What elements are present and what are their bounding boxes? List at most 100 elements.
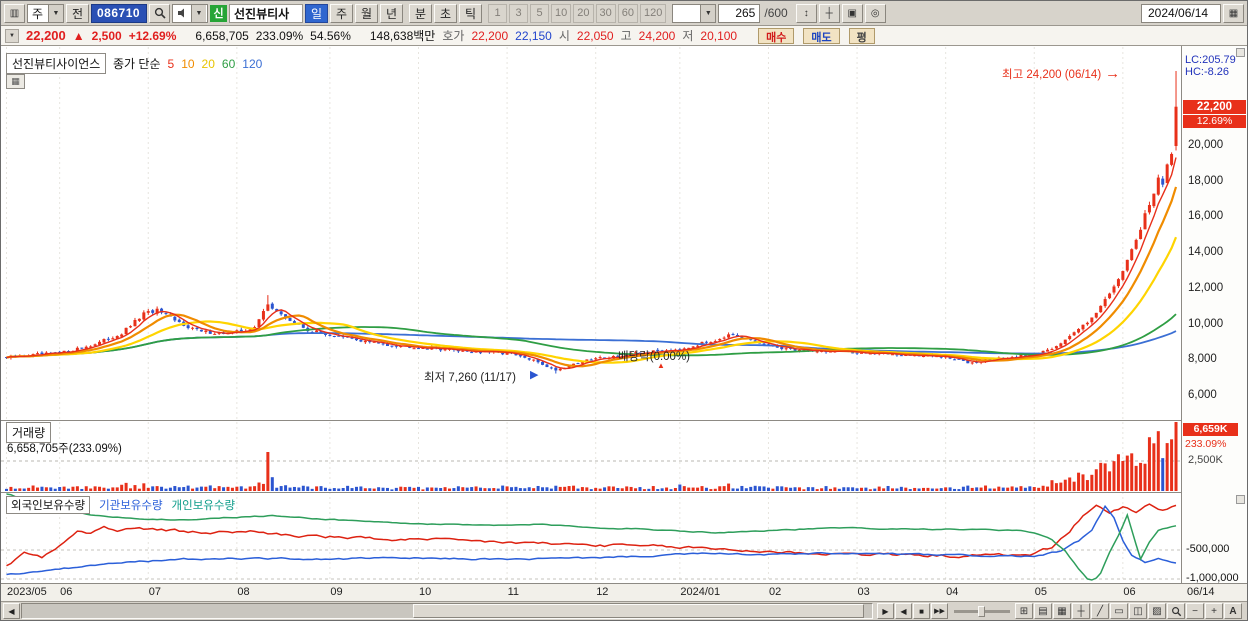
minute-60-button[interactable]: 60 (617, 3, 638, 23)
high-compare-label: HC:-8.26 (1185, 66, 1230, 78)
individual-legend[interactable]: 개인보유수량 (172, 497, 235, 513)
current-price: 22,200 (26, 28, 66, 43)
buy-button[interactable]: 매수 (758, 27, 795, 44)
speaker-icon (178, 8, 184, 18)
indicator-icon[interactable]: ▦ (1053, 603, 1071, 619)
chevron-down-icon: ▼ (700, 4, 716, 22)
minute-120-button[interactable]: 120 (640, 3, 667, 23)
scroll-right-button[interactable]: ▶ (877, 603, 894, 619)
volume-current-box: 6,659K (1183, 423, 1238, 436)
chart-menu-icon[interactable]: ▥ (4, 3, 25, 23)
ma10-legend: 10 (181, 56, 195, 71)
zoom-in-button[interactable]: + (1205, 603, 1223, 619)
price-axis-label: 20,000 (1188, 139, 1224, 151)
magnifier-icon[interactable] (1167, 603, 1185, 619)
trendline-icon[interactable]: ╱ (1091, 603, 1109, 619)
minute-3-button[interactable]: 3 (509, 3, 528, 23)
margin-icon[interactable]: ⊞ (1015, 603, 1033, 619)
font-size-button[interactable]: A (1224, 603, 1242, 619)
low-label: 저 (682, 29, 694, 43)
date-axis-label: 2024/01 (680, 586, 721, 598)
minute-10-button[interactable]: 10 (551, 3, 572, 23)
minute-20-button[interactable]: 20 (573, 3, 594, 23)
institution-legend[interactable]: 기관보유수량 (99, 497, 162, 513)
save-image-icon[interactable]: ▤ (1034, 603, 1052, 619)
period-second-button[interactable]: 초 (434, 3, 457, 23)
bid-price: 22,150 (515, 28, 552, 43)
period-minute-button[interactable]: 분 (409, 3, 432, 23)
stop-button[interactable]: ■ (913, 603, 930, 619)
bar-count-input[interactable]: 265 (718, 3, 761, 23)
period-day-button[interactable]: 일 (305, 3, 328, 23)
collapse-icon[interactable] (1236, 48, 1245, 57)
date-axis-label: 07 (148, 586, 161, 598)
compare-chart-icon[interactable]: ↕ (795, 3, 817, 23)
interval-combo[interactable]: ▼ (672, 3, 717, 23)
prev-stock-button[interactable]: 전 (66, 3, 89, 23)
volume-subtitle: 6,658,705주(233.09%) (7, 443, 122, 455)
dividend-annotation: 배당락(0.00%) (618, 351, 691, 363)
legend-prefix: 종가 단순 (113, 57, 161, 71)
bar-width-slider[interactable] (954, 606, 1010, 617)
credit-badge: 신 (210, 4, 227, 22)
low-annotation: 최저 7,260 (11/17) (424, 372, 516, 384)
date-axis-label: 03 (857, 586, 870, 598)
pattern-icon[interactable]: ▨ (1148, 603, 1166, 619)
slider-thumb[interactable] (978, 606, 985, 617)
search-icon[interactable] (149, 3, 170, 23)
price-axis-label: 6,000 (1188, 389, 1217, 401)
stock-type-combo[interactable]: 주 ▼ (27, 3, 64, 23)
settings-gear-icon[interactable]: ◎ (864, 3, 886, 23)
collapse-icon[interactable] (1236, 495, 1245, 504)
crosshair-icon[interactable]: ┼ (1072, 603, 1090, 619)
date-axis-label: 02 (768, 586, 782, 598)
ma60-legend: 60 (221, 56, 236, 71)
trade-value: 148,638백만 (369, 29, 436, 43)
price-axis-label: 14,000 (1188, 246, 1224, 259)
save-chart-icon[interactable]: ▣ (841, 3, 863, 23)
period-tick-button[interactable]: 틱 (459, 3, 482, 23)
split-screen-icon[interactable]: ◫ (1129, 603, 1147, 619)
current-price-box: 22,200 (1183, 100, 1246, 114)
scrollbar-thumb[interactable] (413, 604, 864, 618)
chart-scrollbar[interactable] (21, 603, 873, 619)
low-price: 20,100 (700, 28, 738, 43)
stock-code-input[interactable]: 086710 (91, 3, 147, 23)
alert-sound-combo[interactable]: ▼ (172, 3, 208, 23)
minute-5-button[interactable]: 5 (530, 3, 549, 23)
period-year-button[interactable]: 년 (380, 3, 403, 23)
chart-area[interactable]: 선진뷰티사이언스 ▦ 종가 단순 5 10 20 60 120 최고 24,20… (1, 46, 1247, 601)
stock-chart-window: ▥ 주 ▼ 전 086710 ▼ 신 선진뷰티사 일 주 월 년 분 초 틱 1… (0, 0, 1248, 621)
scroll-left-button[interactable]: ◀ (3, 603, 20, 619)
quote-menu-icon[interactable]: ▼ (5, 28, 19, 43)
date-axis-end: 06/14 (1187, 586, 1215, 598)
draw-tool-icon[interactable]: ┼ (818, 3, 840, 23)
stock-name: 선진뷰티사 (229, 3, 303, 23)
zoom-out-button[interactable]: − (1186, 603, 1204, 619)
minute-30-button[interactable]: 30 (595, 3, 616, 23)
fast-forward-button[interactable]: ▶▶ (931, 603, 948, 619)
chart-tool-icon[interactable]: ▦ (6, 74, 25, 89)
low-compare-label: LC:205.79 (1185, 54, 1236, 66)
date-axis-label: 05 (1034, 586, 1047, 598)
open-price: 22,050 (576, 28, 614, 43)
price-axis-label: 12,000 (1188, 281, 1224, 294)
sell-button[interactable]: 매도 (803, 27, 840, 44)
period-month-button[interactable]: 월 (355, 3, 378, 23)
top-toolbar: ▥ 주 ▼ 전 086710 ▼ 신 선진뷰티사 일 주 월 년 분 초 틱 1… (1, 1, 1247, 26)
chevron-down-icon: ▼ (48, 4, 63, 22)
period-week-button[interactable]: 주 (330, 3, 353, 23)
date-input[interactable]: 2024/06/14 (1141, 3, 1221, 23)
foreigner-legend[interactable]: 외국인보유수량 (6, 496, 91, 514)
bar-total-label: /600 (764, 6, 788, 20)
turnover-ratio: 54.56% (310, 28, 351, 43)
minute-1-button[interactable]: 1 (488, 3, 507, 23)
avg-button[interactable]: 평 (848, 27, 875, 44)
zoom-area-icon[interactable]: ▭ (1110, 603, 1128, 619)
bottom-toolbar: ◀ ▶ ◀ ■ ▶▶ ⊞ ▤ ▦ ┼ ╱ ▭ ◫ ▨ − + A (1, 601, 1247, 620)
price-axis: LC:205.79 HC:-8.26 22,200 12.69% 6,659K … (1181, 46, 1247, 584)
chart-tools: ⊞ ▤ ▦ ┼ ╱ ▭ ◫ ▨ − + A (1015, 603, 1242, 619)
volume-ratio: 233.09% (255, 28, 304, 43)
calendar-icon[interactable]: ▦ (1223, 3, 1244, 23)
step-back-button[interactable]: ◀ (895, 603, 912, 619)
